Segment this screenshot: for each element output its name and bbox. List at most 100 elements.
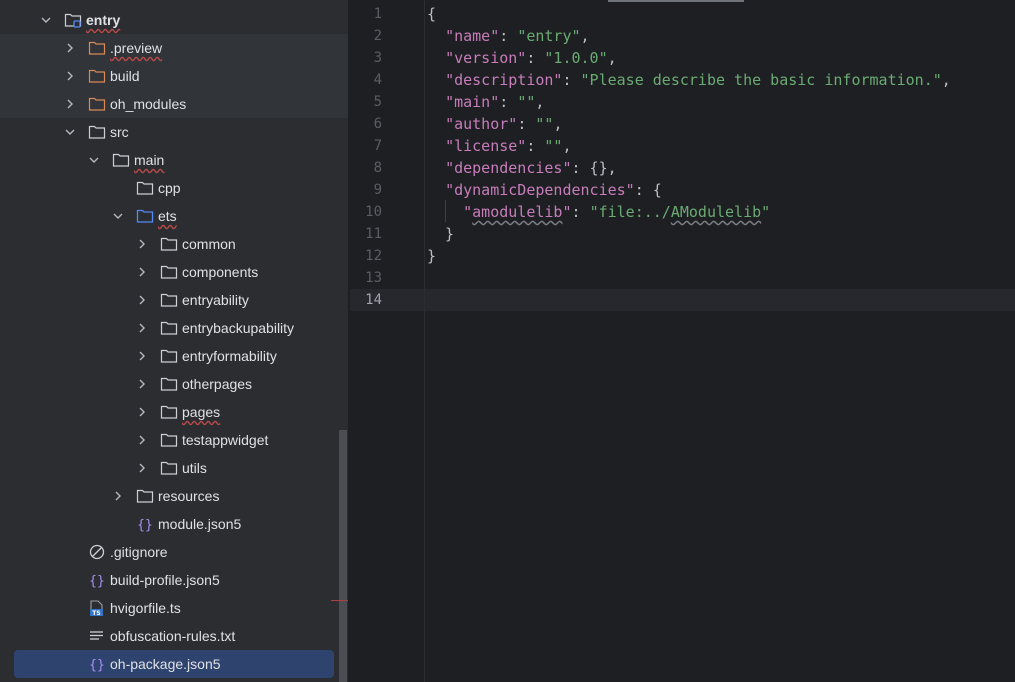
code-token: { [427,5,437,23]
code-token: : {}, [571,159,617,177]
tree-item[interactable]: ets [0,202,348,230]
tree-item[interactable]: utils [0,454,348,482]
tree-item[interactable]: obfuscation-rules.txt [0,622,348,650]
code-token: "1.0.0" [544,49,608,67]
tree-item[interactable]: .preview [0,34,348,62]
code-token: : [517,115,536,133]
chevron-right-icon[interactable] [134,236,150,252]
chevron-right-icon[interactable] [134,404,150,420]
tree-item-label: build-profile.json5 [110,572,220,588]
tree-item-label: testappwidget [182,432,269,448]
tree-item[interactable]: testappwidget [0,426,348,454]
tree-item[interactable]: entryability [0,286,348,314]
tree-item[interactable]: TS hvigorfile.ts [0,594,348,622]
chevron-down-icon[interactable] [86,152,102,168]
tree-item-label: oh-package.json5 [110,656,221,672]
chevron-down-icon[interactable] [110,208,126,224]
chevron-down-icon[interactable] [38,12,54,28]
code-line[interactable]: { [427,3,436,25]
code-token: : [526,49,545,67]
code-token: , [553,115,563,133]
tree-item-label: pages [182,404,221,420]
tree-item[interactable]: otherpages [0,370,348,398]
code-token: : [571,203,590,221]
tree-item[interactable]: {} oh-package.json5 [0,650,348,678]
tree-item-label: entryformability [182,348,277,364]
chevron-right-icon[interactable] [62,40,78,56]
tree-item[interactable]: common [0,230,348,258]
folder-icon [136,488,154,504]
tree-scrollbar[interactable] [339,430,347,682]
chevron-right-icon[interactable] [110,488,126,504]
folder-icon [160,320,178,336]
chevron-right-icon[interactable] [134,292,150,308]
code-line[interactable]: "amodulelib": "file:../AModulelib" [427,201,770,223]
json-file-icon: {} [88,656,106,672]
code-line[interactable]: "description": "Please describe the basi… [427,69,951,91]
tree-item-label: cpp [158,180,181,196]
tree-item-label: utils [182,460,207,476]
code-token: "dynamicDependencies" [445,181,635,199]
code-line[interactable]: "dependencies": {}, [427,157,617,179]
code-editor[interactable]: 1 2 3 4 5 6 7 8 9 10 11 12 13 14 { "name": "entry", "… [350,0,1015,682]
chevron-right-icon[interactable] [134,320,150,336]
code-line[interactable]: "name": "entry", [427,25,590,47]
tree-item[interactable]: components [0,258,348,286]
tree-item[interactable]: entryformability [0,342,348,370]
chevron-right-icon[interactable] [134,432,150,448]
tree-item[interactable]: oh_modules [0,90,348,118]
code-token: : [499,93,518,111]
chevron-right-icon[interactable] [62,68,78,84]
code-line[interactable]: "license": "", [427,135,571,157]
chevron-right-icon[interactable] [134,460,150,476]
chevron-right-icon[interactable] [62,96,78,112]
svg-text:{}: {} [89,574,105,588]
module-folder-icon [64,12,82,28]
tree-item[interactable]: {} module.json5 [0,510,348,538]
tree-item[interactable]: resources [0,482,348,510]
folder-icon [160,432,178,448]
code-token: "Please describe the basic information." [580,71,942,89]
chevron-right-icon[interactable] [134,348,150,364]
tree-item[interactable]: main [0,146,348,174]
code-line[interactable]: "author": "", [427,113,562,135]
svg-text:{}: {} [137,518,153,532]
tree-item[interactable]: entry [0,6,348,34]
code-token: "version" [445,49,527,67]
code-token: "" [544,137,563,155]
tree-item[interactable]: .gitignore [0,538,348,566]
tree-item[interactable]: src [0,118,348,146]
code-line[interactable]: "main": "", [427,91,544,113]
folder-icon [160,404,178,420]
code-token: "entry" [517,27,581,45]
tree-item[interactable]: build [0,62,348,90]
tree-item[interactable]: pages [0,398,348,426]
code-token: "dependencies" [445,159,572,177]
tree-item[interactable]: {} build-profile.json5 [0,566,348,594]
code-line[interactable]: "dynamicDependencies": { [427,179,662,201]
chevron-right-icon[interactable] [134,376,150,392]
line-number: 9 [373,182,382,198]
chevron-right-icon[interactable] [134,264,150,280]
line-number: 1 [373,6,382,22]
code-line[interactable]: } [427,245,436,267]
code-token: : [562,71,581,89]
tree-item[interactable]: cpp [0,174,348,202]
text-file-icon [88,628,106,644]
code-token: , [607,49,617,67]
code-line[interactable]: } [427,223,454,245]
folder-icon [160,348,178,364]
tree-item[interactable]: entrybackupability [0,314,348,342]
typescript-file-icon: TS [88,600,106,616]
code-line[interactable]: "version": "1.0.0", [427,47,617,69]
tree-item-label: module.json5 [158,516,242,532]
line-number: 5 [373,94,382,110]
chevron-down-icon[interactable] [62,124,78,140]
